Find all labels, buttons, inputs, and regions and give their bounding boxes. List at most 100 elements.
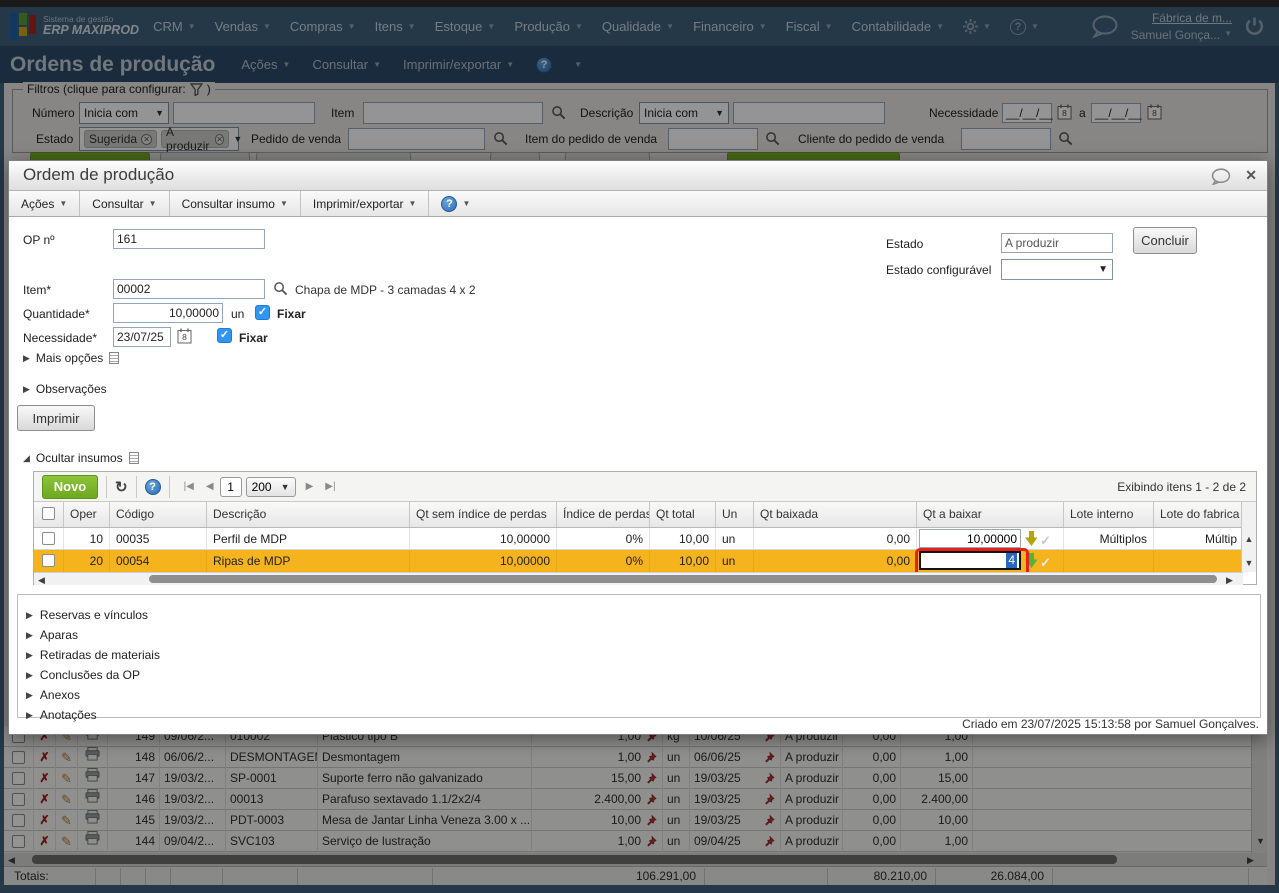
novo-button[interactable]: Novo <box>42 475 98 499</box>
grid-vertical-scrollbar[interactable]: ▲ ▼ <box>1241 502 1256 572</box>
ocultar-insumos-toggle[interactable]: ◢Ocultar insumos <box>23 451 139 465</box>
page-number-box[interactable]: 1 <box>220 477 242 497</box>
col-un[interactable]: Un <box>716 502 754 527</box>
note-icon[interactable] <box>129 452 139 464</box>
grid-horizontal-scrollbar[interactable]: ◀ ▶ <box>34 572 1243 585</box>
baixar-arrow-icon[interactable] <box>1025 531 1038 546</box>
estado-label: Estado <box>886 237 923 251</box>
modal-menu-consultar[interactable]: Consultar▼ <box>80 191 169 216</box>
ins-qt-total: 10,00 <box>650 528 716 549</box>
ins-un: un <box>716 528 754 549</box>
ins-row[interactable]: 10 00035 Perfil de MDP 10,00000 0% 10,00… <box>34 528 1243 550</box>
modal-title: Ordem de produção <box>23 165 174 185</box>
mais-opcoes-toggle[interactable]: ▶Mais opções <box>23 351 119 365</box>
col-qt-sem-indice[interactable]: Qt sem índice de perdas <box>410 502 557 527</box>
ins-codigo: 00054 <box>110 550 207 572</box>
ins-qt-sem: 10,00000 <box>410 550 557 572</box>
fixar-necessidade-checkbox[interactable]: ✓ <box>217 328 232 343</box>
col-oper[interactable]: Oper <box>64 502 110 527</box>
necessidade-input[interactable] <box>113 327 171 347</box>
next-page-icon[interactable]: ▶ <box>306 481 314 492</box>
scroll-up-icon[interactable]: ▲ <box>1242 534 1256 544</box>
chat-bubble-icon[interactable] <box>1211 168 1231 185</box>
ins-descricao: Ripas de MDP <box>207 550 410 572</box>
scroll-left-icon[interactable]: ◀ <box>38 575 45 586</box>
col-indice-perdas[interactable]: Índice de perdas <box>557 502 650 527</box>
confirm-check-icon[interactable]: ✓ <box>1040 552 1051 572</box>
ins-lote-fabricante: Múltip <box>1154 528 1243 549</box>
prev-page-icon[interactable]: ◀ <box>206 481 214 492</box>
search-icon[interactable] <box>273 281 288 296</box>
observacoes-toggle[interactable]: ▶Observações <box>23 382 107 396</box>
section-anexos[interactable]: ▶Anexos <box>26 685 1260 705</box>
close-icon[interactable]: ✕ <box>1245 167 1257 184</box>
modal-menu-imprimir-exportar[interactable]: Imprimir/exportar▼ <box>301 191 430 216</box>
refresh-icon[interactable]: ↻ <box>115 478 128 496</box>
chevron-down-icon: ▼ <box>281 482 290 492</box>
estado-input[interactable] <box>1001 233 1113 253</box>
quantidade-input[interactable] <box>113 303 223 323</box>
estado-configuravel-select[interactable]: ▼ <box>1001 259 1113 280</box>
imprimir-button[interactable]: Imprimir <box>17 405 95 431</box>
modal-menu-consultar-insumo[interactable]: Consultar insumo▼ <box>170 191 301 216</box>
row-checkbox[interactable] <box>42 532 55 545</box>
item-input[interactable] <box>113 279 265 299</box>
section-reservas[interactable]: ▶Reservas e vínculos <box>26 605 1260 625</box>
chevron-right-icon: ▶ <box>23 353 30 364</box>
col-qt-total[interactable]: Qt total <box>650 502 716 527</box>
op-label: OP nº <box>23 233 55 247</box>
selected-text: 4 <box>1006 553 1017 568</box>
section-retiradas[interactable]: ▶Retiradas de materiais <box>26 645 1260 665</box>
insumos-grid: Novo ↻ ? |◀ ◀ 1 200▼ ▶ ▶| Exibindo itens… <box>33 471 1257 585</box>
section-aparas[interactable]: ▶Aparas <box>26 625 1260 645</box>
ins-descricao: Perfil de MDP <box>207 528 410 549</box>
col-descricao[interactable]: Descrição <box>207 502 410 527</box>
concluir-button[interactable]: Concluir <box>1133 227 1197 254</box>
svg-text:8: 8 <box>182 332 187 342</box>
row-checkbox[interactable] <box>42 554 55 567</box>
modal-menu-acoes[interactable]: Ações▼ <box>9 191 80 216</box>
help-icon: ? <box>441 196 457 212</box>
chevron-down-icon: ▼ <box>59 199 67 208</box>
col-codigo[interactable]: Código <box>110 502 207 527</box>
ins-lote-interno: Múltiplos <box>1064 528 1154 549</box>
page-size-select[interactable]: 200▼ <box>246 477 296 497</box>
estado-configuravel-label: Estado configurável <box>886 263 991 277</box>
col-qt-a-baixar[interactable]: Qt a baixar <box>917 502 1064 527</box>
chevron-right-icon: ▶ <box>26 630 33 641</box>
quantidade-un: un <box>231 307 244 321</box>
select-all-checkbox[interactable] <box>42 507 55 520</box>
necessidade-label: Necessidade* <box>23 331 97 345</box>
ins-qt-baixada: 0,00 <box>754 550 917 572</box>
chevron-right-icon: ▶ <box>26 650 33 661</box>
fixar-quantidade-checkbox[interactable]: ✓ <box>255 305 270 320</box>
col-lote-interno[interactable]: Lote interno <box>1064 502 1154 527</box>
ins-qt-baixada: 0,00 <box>754 528 917 549</box>
last-page-icon[interactable]: ▶| <box>325 481 335 492</box>
grid-header: Oper Código Descrição Qt sem índice de p… <box>34 502 1243 528</box>
ins-un: un <box>716 550 754 572</box>
qt-a-baixar-input[interactable] <box>919 529 1021 548</box>
op-number-input[interactable] <box>113 229 265 249</box>
modal-titlebar: Ordem de produção ✕ <box>9 161 1267 191</box>
chevron-down-icon: ▼ <box>1098 264 1108 275</box>
confirm-check-icon[interactable]: ✓ <box>1040 530 1051 549</box>
calendar-icon[interactable]: 8 <box>177 328 192 344</box>
section-conclusoes[interactable]: ▶Conclusões da OP <box>26 665 1260 685</box>
fixar-label: Fixar <box>239 331 268 345</box>
col-lote-fabricante[interactable]: Lote do fabrica <box>1154 502 1243 527</box>
scroll-right-icon[interactable]: ▶ <box>1226 575 1233 586</box>
qt-a-baixar-input-focused[interactable]: 4 <box>919 551 1021 570</box>
fixar-label: Fixar <box>277 307 306 321</box>
note-icon[interactable] <box>109 352 119 364</box>
scroll-down-icon[interactable]: ▼ <box>1242 558 1256 568</box>
ins-oper: 10 <box>64 528 110 549</box>
baixar-arrow-icon[interactable] <box>1025 553 1038 568</box>
ins-row-selected[interactable]: 20 00054 Ripas de MDP 10,00000 0% 10,00 … <box>34 550 1243 572</box>
chevron-down-icon: ▼ <box>149 199 157 208</box>
col-qt-baixada[interactable]: Qt baixada <box>754 502 917 527</box>
scrollbar-thumb[interactable] <box>149 575 1217 583</box>
modal-help-button[interactable]: ?▼ <box>429 191 482 216</box>
first-page-icon[interactable]: |◀ <box>184 481 194 492</box>
grid-help-button[interactable]: ? <box>145 479 161 495</box>
